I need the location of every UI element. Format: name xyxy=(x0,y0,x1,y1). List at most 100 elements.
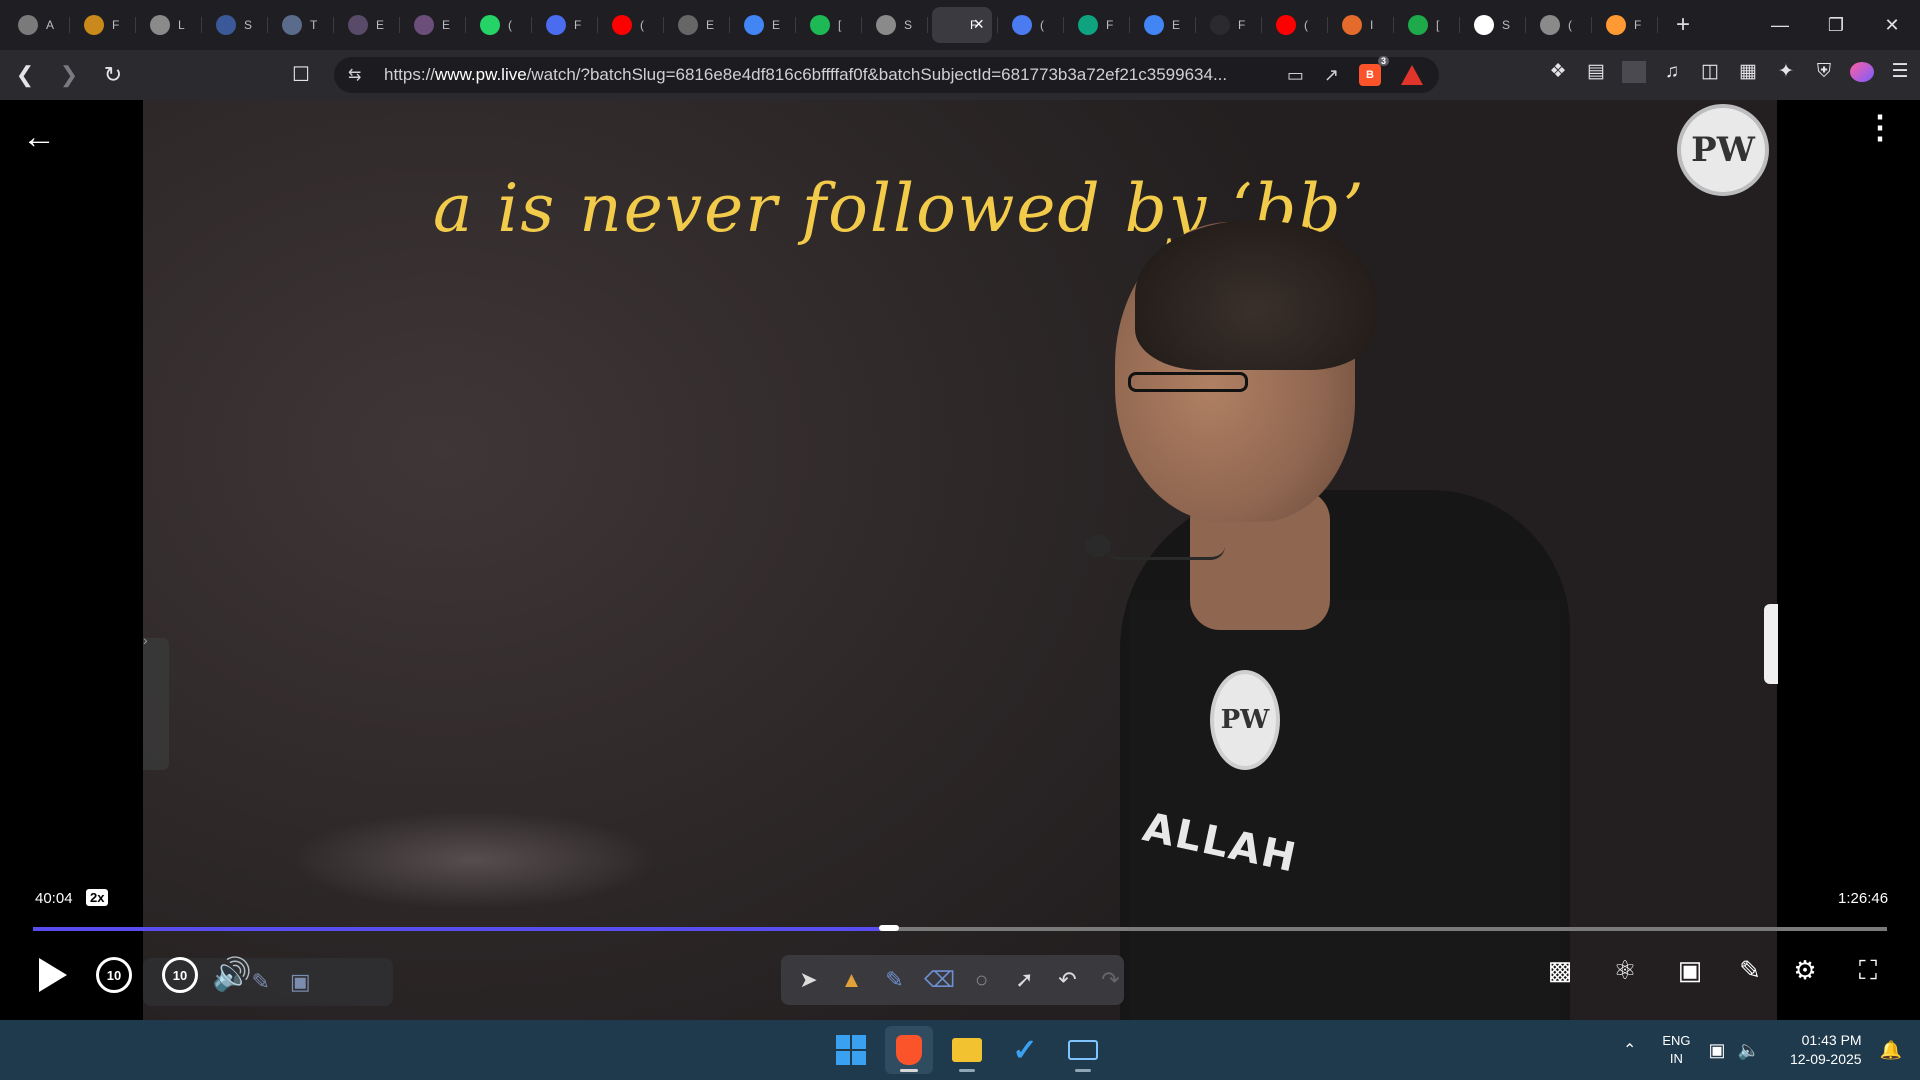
browser-tab[interactable]: S xyxy=(206,7,268,43)
browser-tab[interactable]: ( xyxy=(1002,7,1064,43)
brave-rewards-icon[interactable] xyxy=(1401,65,1423,85)
network-icon[interactable]: ▣ xyxy=(1709,1040,1726,1061)
pointer-tool-icon[interactable]: ➤ xyxy=(795,967,822,993)
cast-icon[interactable]: ▭ xyxy=(1287,65,1304,86)
rewind-10-button[interactable]: 10 xyxy=(96,957,132,993)
highlighter-tool-icon[interactable]: ▲ xyxy=(838,967,865,993)
burger-icon xyxy=(1342,15,1362,35)
right-panel-handle[interactable] xyxy=(1764,604,1778,684)
browser-tab[interactable]: F xyxy=(1596,7,1658,43)
volume-icon[interactable]: 🔊 xyxy=(212,955,252,993)
browser-tab[interactable]: F xyxy=(1068,7,1130,43)
taskbar-todo[interactable]: ✓ xyxy=(1001,1026,1049,1074)
browser-tab-strip: A F L S T E E (F (E E [S F × (F E F (I [S (F + — ❐ ✕ xyxy=(0,0,1920,50)
settings-gear-icon[interactable]: ⚙ xyxy=(1785,955,1825,995)
taskbar-file-explorer[interactable] xyxy=(943,1026,991,1074)
sidebar-icon[interactable]: ◫ xyxy=(1698,60,1722,83)
browser-tab[interactable]: T xyxy=(272,7,334,43)
taskbar-keyboard[interactable] xyxy=(1059,1026,1107,1074)
captions-icon[interactable]: ▩ xyxy=(1540,955,1580,995)
more-options-icon[interactable]: ⋮ xyxy=(1864,111,1896,143)
current-time: 40:04 xyxy=(35,890,73,907)
vpn-shield-icon[interactable]: ⛨ xyxy=(1812,61,1836,83)
eraser-tool-icon[interactable]: ⌫ xyxy=(924,967,955,993)
google-icon xyxy=(744,15,764,35)
pen-tool-icon[interactable]: ✎ xyxy=(881,967,908,993)
close-window-button[interactable]: ✕ xyxy=(1864,0,1920,50)
left-panel-handle[interactable]: › xyxy=(143,632,169,770)
browser-tab[interactable]: [ xyxy=(800,7,862,43)
arrow-tool-icon[interactable]: ➚ xyxy=(1011,967,1038,993)
browser-tab[interactable]: F xyxy=(1200,7,1262,43)
browser-tab[interactable]: F xyxy=(536,7,598,43)
browser-tab[interactable]: E xyxy=(338,7,400,43)
marker-tool-icon[interactable]: ✎ xyxy=(251,969,269,995)
clock[interactable]: 01:43 PM 12-09-2025 xyxy=(1790,1031,1862,1069)
clock-date: 12-09-2025 xyxy=(1789,1051,1862,1067)
start-button[interactable] xyxy=(827,1026,875,1074)
browser-tab[interactable]: E xyxy=(734,7,796,43)
menu-icon[interactable]: ☰ xyxy=(1888,60,1912,83)
browser-tab[interactable]: F × xyxy=(932,7,998,43)
browser-tab[interactable]: F xyxy=(74,7,136,43)
ai-sparkle-icon[interactable]: ✦ xyxy=(1774,60,1798,83)
fullscreen-icon[interactable]: ⛶ xyxy=(1848,955,1888,995)
url-text[interactable]: https://www.pw.live/watch/?batchSlug=681… xyxy=(384,65,1334,85)
browser-tab[interactable]: E xyxy=(668,7,730,43)
tab-title: T xyxy=(310,18,318,32)
notification-bell-icon[interactable]: 🔔 xyxy=(1880,1040,1902,1061)
browser-tab[interactable]: S xyxy=(866,7,928,43)
restore-button[interactable]: ❐ xyxy=(1808,0,1864,50)
brave-shields-icon[interactable]: B3 xyxy=(1359,56,1389,86)
browser-tab[interactable]: [ xyxy=(1398,7,1460,43)
play-button[interactable] xyxy=(36,955,70,995)
browser-tab[interactable]: S xyxy=(1464,7,1526,43)
browser-tab[interactable]: ( xyxy=(1530,7,1592,43)
media-icon[interactable]: ♫ xyxy=(1660,61,1684,83)
browser-tab[interactable]: E xyxy=(404,7,466,43)
browser-tab[interactable]: ( xyxy=(470,7,532,43)
undo-icon[interactable]: ↶ xyxy=(1054,967,1081,993)
language-indicator[interactable]: ENG IN xyxy=(1662,1032,1690,1068)
minimize-button[interactable]: — xyxy=(1752,0,1808,50)
translate-icon[interactable]: ⚛ xyxy=(1605,955,1645,995)
browser-tab[interactable]: ( xyxy=(602,7,664,43)
forward-nav-button[interactable]: ❯ xyxy=(50,56,88,94)
speaker-icon[interactable]: 🔈 xyxy=(1738,1040,1760,1061)
leo-avatar-icon[interactable] xyxy=(1850,61,1874,82)
shape-tool-icon[interactable]: ○ xyxy=(968,967,995,993)
seek-handle[interactable] xyxy=(878,925,899,931)
back-nav-button[interactable]: ❮ xyxy=(6,56,44,94)
tab-title: S xyxy=(244,18,253,32)
clock-time: 01:43 PM xyxy=(1801,1032,1862,1048)
reader-mode-icon[interactable]: ▤ xyxy=(1584,60,1608,83)
address-bar[interactable]: ⇆ https://www.pw.live/watch/?batchSlug=6… xyxy=(334,56,1439,93)
wallet-icon[interactable]: ▦ xyxy=(1736,60,1760,83)
taskbar-brave[interactable] xyxy=(885,1026,933,1074)
show-hidden-icons-chevron-icon[interactable]: ⌃ xyxy=(1623,1040,1636,1060)
bookmark-icon[interactable]: ☐ xyxy=(292,62,310,87)
image-tool-icon[interactable]: ▣ xyxy=(290,969,311,995)
monitor-icon xyxy=(1210,15,1230,35)
share-icon[interactable]: ↗ xyxy=(1324,65,1339,86)
browser-tab[interactable]: I xyxy=(1332,7,1394,43)
play-icon xyxy=(39,958,67,992)
browser-tab[interactable]: L xyxy=(140,7,202,43)
close-tab-icon[interactable]: × xyxy=(973,14,984,35)
redo-icon[interactable]: ↷ xyxy=(1097,967,1124,993)
browser-tab[interactable]: A xyxy=(8,7,70,43)
extensions-icon[interactable]: ❖ xyxy=(1546,60,1570,83)
back-arrow-icon[interactable]: ← xyxy=(22,118,62,158)
playback-speed-badge[interactable]: 2x xyxy=(86,889,109,906)
notes-icon[interactable]: ✎ xyxy=(1730,955,1770,995)
picture-in-picture-icon[interactable]: ▣ xyxy=(1670,955,1710,995)
browser-tab[interactable]: E xyxy=(1134,7,1196,43)
forward-10-button[interactable]: 10 xyxy=(162,957,198,993)
browser-tab[interactable]: ( xyxy=(1266,7,1328,43)
site-settings-icon[interactable]: ⇆ xyxy=(348,65,368,85)
reload-button[interactable]: ↻ xyxy=(94,56,132,94)
new-tab-button[interactable]: + xyxy=(1668,11,1698,39)
video-player[interactable]: a is never followed by ‘bb’ PW ALLAH PW … xyxy=(0,100,1920,1020)
sql-icon xyxy=(216,15,236,35)
seek-bar[interactable] xyxy=(33,925,1887,931)
